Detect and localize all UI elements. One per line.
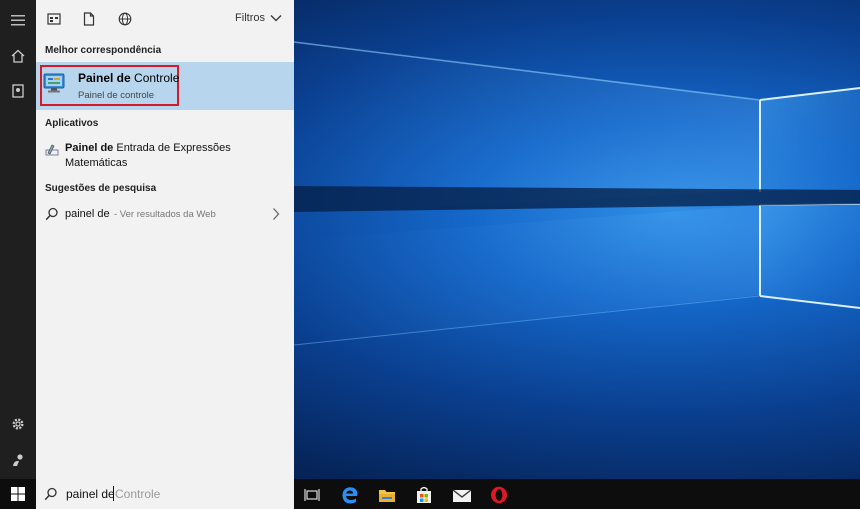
app-result-item[interactable]: Painel de Entrada de Expressões Matemáti… (36, 138, 294, 174)
apps-icon (47, 13, 61, 25)
task-view-button[interactable] (301, 484, 323, 506)
apps-heading: Aplicativos (45, 118, 99, 129)
documents-filter-button[interactable] (80, 10, 98, 28)
globe-icon (118, 12, 132, 26)
feedback-icon (13, 454, 23, 466)
document-icon (83, 12, 95, 26)
search-icon (44, 487, 58, 506)
notebook-button[interactable] (0, 73, 36, 109)
app-result-title: Painel de Entrada de Expressões Matemáti… (65, 142, 231, 169)
search-autocomplete-text: Controle (115, 487, 161, 501)
best-match-heading: Melhor correspondência (45, 45, 162, 56)
control-panel-icon (43, 72, 67, 99)
notebook-icon (12, 84, 24, 98)
suggestion-hint: - Ver resultados da Web (114, 209, 216, 220)
home-button[interactable] (0, 38, 36, 74)
chevron-right-icon (272, 207, 280, 226)
panel-toolbar: Filtros (36, 0, 294, 38)
search-icon (45, 207, 59, 226)
opera-button[interactable] (488, 484, 510, 506)
mail-button[interactable] (451, 484, 473, 506)
store-icon (417, 486, 431, 503)
start-button[interactable] (0, 479, 36, 509)
hamburger-icon (11, 15, 25, 26)
best-match-title: Painel de Controle (78, 71, 180, 85)
mail-icon (452, 489, 472, 502)
math-input-panel-icon (45, 142, 59, 161)
hamburger-menu-button[interactable] (0, 2, 36, 38)
windows-logo-icon (11, 487, 25, 501)
settings-button[interactable] (0, 406, 36, 442)
file-explorer-icon (379, 490, 395, 502)
chevron-down-icon (270, 15, 282, 22)
file-explorer-button[interactable] (376, 484, 398, 506)
taskbar-search-box[interactable]: painel de Controle (36, 479, 294, 509)
home-icon (11, 49, 25, 63)
task-view-icon (304, 489, 320, 501)
best-match-subtitle: Painel de controle (78, 90, 155, 101)
edge-button[interactable] (339, 484, 361, 506)
best-match-result[interactable]: Painel de Controle Painel de controle (36, 62, 294, 110)
opera-icon (491, 486, 507, 504)
filters-dropdown[interactable]: Filtros (235, 12, 282, 24)
start-rail (0, 0, 36, 479)
search-results-panel: Filtros Melhor correspondência Painel de… (36, 0, 294, 479)
gear-icon (12, 418, 24, 430)
filters-label: Filtros (235, 12, 265, 24)
web-filter-button[interactable] (116, 10, 134, 28)
taskbar: painel de Controle (0, 479, 860, 509)
store-button[interactable] (413, 484, 435, 506)
text-caret (113, 486, 114, 501)
search-typed-text: painel de (66, 487, 115, 501)
web-suggestion-item[interactable]: painel de - Ver resultados da Web (36, 203, 294, 225)
search-suggestions-heading: Sugestões de pesquisa (45, 183, 157, 194)
suggestion-query: painel de (65, 208, 110, 220)
edge-icon (342, 487, 358, 504)
apps-filter-button[interactable] (45, 10, 63, 28)
feedback-button[interactable] (0, 442, 36, 478)
